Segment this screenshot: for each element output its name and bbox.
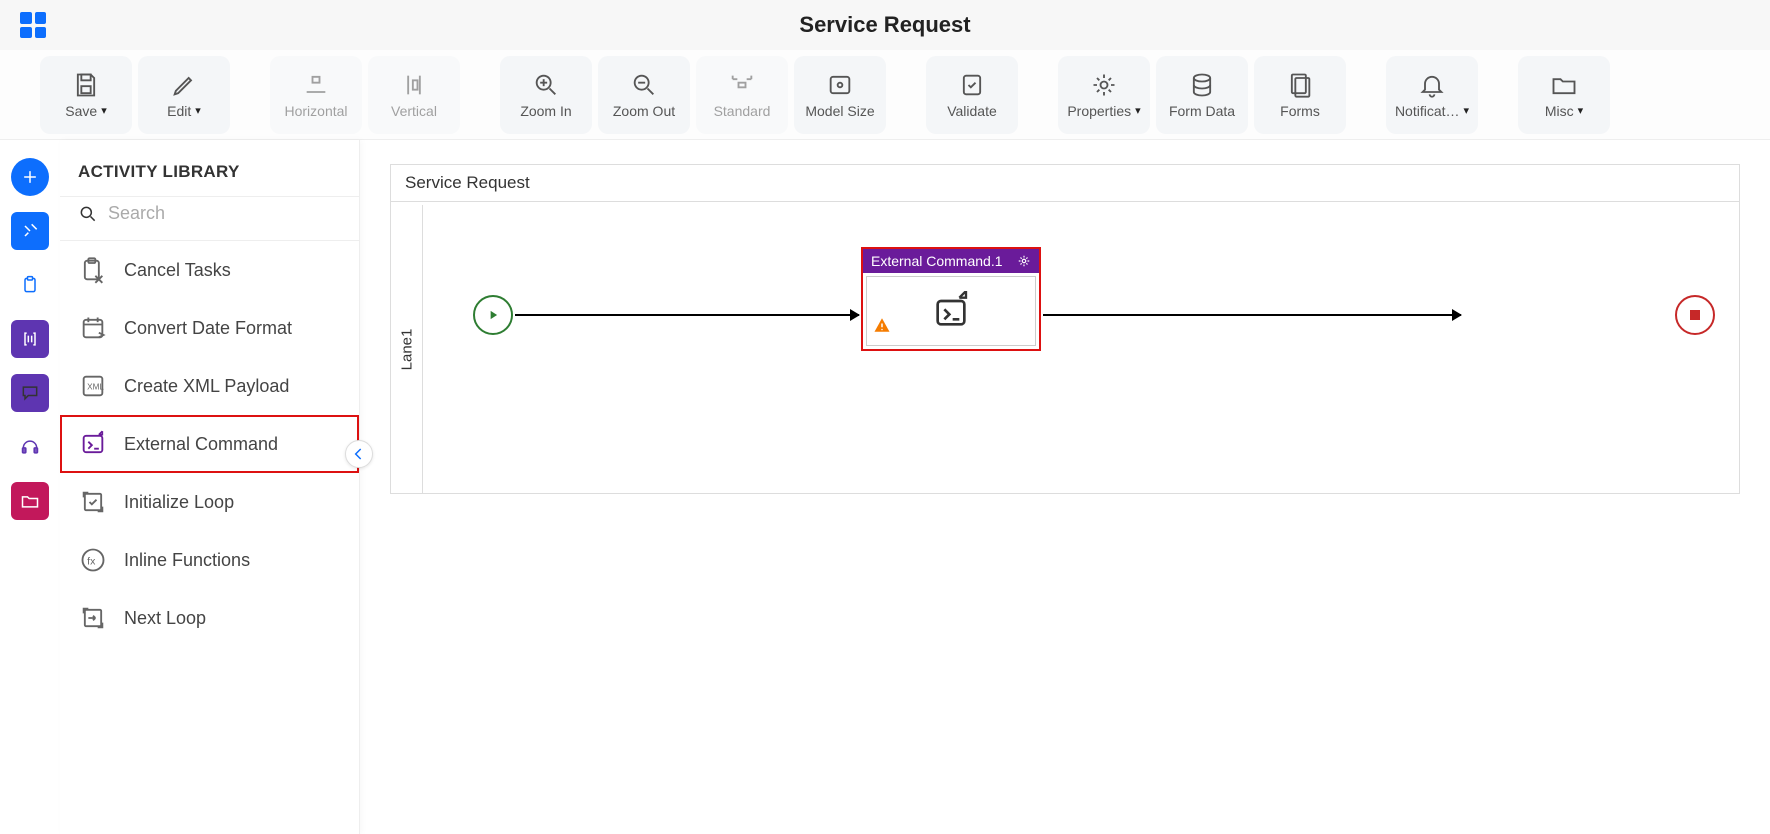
activity-create-xml[interactable]: XML Create XML Payload	[60, 357, 359, 415]
gear-icon[interactable]	[1017, 254, 1031, 268]
apps-icon[interactable]	[20, 12, 46, 38]
rail-add-button[interactable]	[11, 158, 49, 196]
activity-library-panel: ACTIVITY LIBRARY Cancel Tasks Convert Da…	[60, 140, 360, 834]
rail-chat-button[interactable]	[11, 374, 49, 412]
canvas-title: Service Request	[391, 165, 1739, 202]
activity-label: Inline Functions	[124, 550, 250, 571]
activity-label: Create XML Payload	[124, 376, 289, 397]
page-title: Service Request	[799, 12, 970, 38]
svg-text:XML: XML	[87, 383, 104, 392]
next-loop-icon	[78, 603, 108, 633]
folder-icon	[1550, 71, 1578, 99]
brackets-icon	[20, 329, 40, 349]
plus-icon	[20, 167, 40, 187]
activity-next-loop[interactable]: Next Loop	[60, 589, 359, 647]
standard-button[interactable]: Standard	[696, 56, 788, 134]
horizontal-button[interactable]: Horizontal	[270, 56, 362, 134]
activity-label: External Command	[124, 434, 278, 455]
model-size-icon	[826, 71, 854, 99]
activity-initialize-loop[interactable]: Initialize Loop	[60, 473, 359, 531]
search-icon	[78, 204, 98, 224]
forms-icon	[1286, 71, 1314, 99]
warning-icon	[873, 316, 891, 339]
misc-button[interactable]: Misc▾	[1518, 56, 1610, 134]
tools-icon	[20, 221, 40, 241]
zoom-in-icon	[532, 71, 560, 99]
external-command-node[interactable]: External Command.1	[861, 247, 1041, 351]
gear-icon	[1090, 71, 1118, 99]
rail-support-button[interactable]	[11, 428, 49, 466]
bell-icon	[1418, 71, 1446, 99]
play-icon	[486, 308, 500, 322]
cancel-tasks-icon	[78, 255, 108, 285]
headset-icon	[20, 437, 40, 457]
chat-icon	[20, 383, 40, 403]
activity-label: Convert Date Format	[124, 318, 292, 339]
align-vertical-icon	[400, 71, 428, 99]
validate-button[interactable]: Validate	[926, 56, 1018, 134]
forms-button[interactable]: Forms	[1254, 56, 1346, 134]
align-horizontal-icon	[302, 71, 330, 99]
activity-label: Initialize Loop	[124, 492, 234, 513]
init-loop-icon	[78, 487, 108, 517]
chevron-left-icon	[349, 444, 369, 464]
folder-solid-icon	[20, 491, 40, 511]
function-icon: fx	[78, 545, 108, 575]
activity-external-command[interactable]: External Command	[60, 415, 359, 473]
database-icon	[1188, 71, 1216, 99]
form-data-button[interactable]: Form Data	[1156, 56, 1248, 134]
sidebar-heading: ACTIVITY LIBRARY	[60, 140, 359, 196]
edit-button[interactable]: Edit▾	[138, 56, 230, 134]
notifications-button[interactable]: Notificat…▾	[1386, 56, 1478, 134]
terminal-icon	[931, 291, 971, 331]
rail-files-button[interactable]	[11, 482, 49, 520]
left-rail	[0, 140, 60, 834]
calendar-icon	[78, 313, 108, 343]
activity-convert-date[interactable]: Convert Date Format	[60, 299, 359, 357]
process-canvas[interactable]: Service Request Lane1 External Command.1	[390, 164, 1740, 494]
save-icon	[72, 71, 100, 99]
collapse-sidebar-button[interactable]	[345, 440, 373, 468]
rail-tools-button[interactable]	[11, 212, 49, 250]
pencil-icon	[170, 71, 198, 99]
rail-clipboard-button[interactable]	[11, 266, 49, 304]
xml-icon: XML	[78, 371, 108, 401]
vertical-button[interactable]: Vertical	[368, 56, 460, 134]
terminal-icon	[78, 429, 108, 459]
activity-cancel-tasks[interactable]: Cancel Tasks	[60, 241, 359, 299]
activity-label: Next Loop	[124, 608, 206, 629]
rail-variables-button[interactable]	[11, 320, 49, 358]
end-node[interactable]	[1675, 295, 1715, 335]
model-size-button[interactable]: Model Size	[794, 56, 886, 134]
standard-icon	[728, 71, 756, 99]
zoom-out-button[interactable]: Zoom Out	[598, 56, 690, 134]
properties-button[interactable]: Properties▾	[1058, 56, 1150, 134]
node-title: External Command.1	[871, 253, 1003, 269]
zoom-out-icon	[630, 71, 658, 99]
connector-2[interactable]	[1043, 314, 1461, 316]
search-input[interactable]	[108, 203, 341, 224]
save-button[interactable]: Save▾	[40, 56, 132, 134]
activity-inline-functions[interactable]: fx Inline Functions	[60, 531, 359, 589]
validate-icon	[958, 71, 986, 99]
svg-text:fx: fx	[87, 556, 96, 568]
zoom-in-button[interactable]: Zoom In	[500, 56, 592, 134]
toolbar: Save▾ Edit▾ Horizontal Vertical Zoom In …	[0, 50, 1770, 140]
activity-label: Cancel Tasks	[124, 260, 231, 281]
clipboard-icon	[20, 275, 40, 295]
connector-1[interactable]	[515, 314, 859, 316]
lane-label: Lane1	[391, 205, 423, 493]
start-node[interactable]	[473, 295, 513, 335]
